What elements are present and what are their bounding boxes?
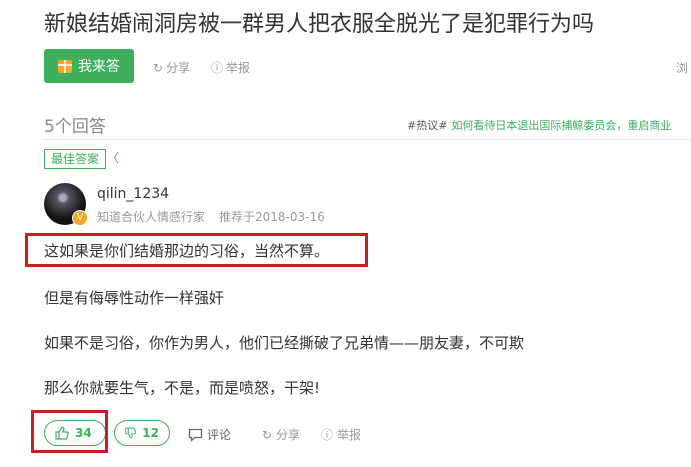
answer-button-label: 我来答 bbox=[78, 59, 120, 75]
answer-share-label: 分享 bbox=[276, 428, 301, 442]
report-icon: ⓘ bbox=[321, 428, 334, 442]
share-button[interactable]: ↻ 分享 bbox=[153, 59, 190, 76]
answer-button[interactable]: 我来答 bbox=[44, 49, 134, 83]
author-title: 知道合伙人情感行家 bbox=[97, 210, 206, 224]
answer-share-button[interactable]: ↻ 分享 bbox=[262, 426, 300, 443]
answer-count: 5个回答 bbox=[44, 117, 106, 137]
answer-report-label: 举报 bbox=[337, 428, 362, 442]
question-title: 新娘结婚闹洞房被一群男人把衣服全脱光了是犯罪行为吗 bbox=[44, 12, 595, 37]
highlight-box bbox=[25, 233, 368, 267]
share-icon: ↻ bbox=[153, 60, 164, 75]
comment-icon bbox=[188, 428, 203, 442]
answer-paragraph-4: 那么你就要生气，不是，而是喷怒，干架! bbox=[44, 379, 321, 397]
comment-button[interactable]: 评论 bbox=[188, 426, 231, 443]
dislike-count: 12 bbox=[142, 426, 159, 440]
comment-label: 评论 bbox=[207, 428, 232, 442]
share-icon: ↻ bbox=[262, 427, 273, 442]
answer-report-button[interactable]: ⓘ 举报 bbox=[321, 426, 361, 443]
hot-topic-text: 如何看待日本退出国际捕鲸委员会，重启商业 bbox=[451, 119, 672, 132]
author-info: 知道合伙人情感行家 推荐于2018-03-16 bbox=[97, 208, 325, 225]
answer-paragraph-3: 如果不是习俗，你作为男人，他们已经撕破了兄弟情——朋友妻，不可欺 bbox=[44, 334, 525, 352]
divider bbox=[44, 139, 691, 140]
hot-tag: #热议# bbox=[407, 119, 448, 132]
verified-badge-icon: V bbox=[72, 210, 88, 226]
answer-date: 推荐于2018-03-16 bbox=[219, 210, 325, 224]
thumbs-down-icon bbox=[125, 427, 137, 439]
best-answer-badge: 最佳答案 bbox=[44, 149, 119, 169]
browse-count-label: 浏 bbox=[676, 61, 689, 75]
dislike-button[interactable]: 12 bbox=[114, 420, 170, 446]
report-label: 举报 bbox=[226, 61, 251, 75]
report-icon: ⓘ bbox=[211, 61, 224, 75]
hot-topic-link[interactable]: #热议# 如何看待日本退出国际捕鲸委员会，重启商业 bbox=[407, 117, 671, 133]
highlight-box bbox=[31, 410, 108, 453]
author-name[interactable]: qilin_1234 bbox=[97, 186, 169, 202]
report-button[interactable]: ⓘ 举报 bbox=[211, 59, 250, 76]
share-label: 分享 bbox=[166, 61, 191, 75]
gift-icon bbox=[58, 59, 72, 73]
answer-paragraph-2: 但是有侮辱性动作一样强奸 bbox=[44, 289, 225, 307]
